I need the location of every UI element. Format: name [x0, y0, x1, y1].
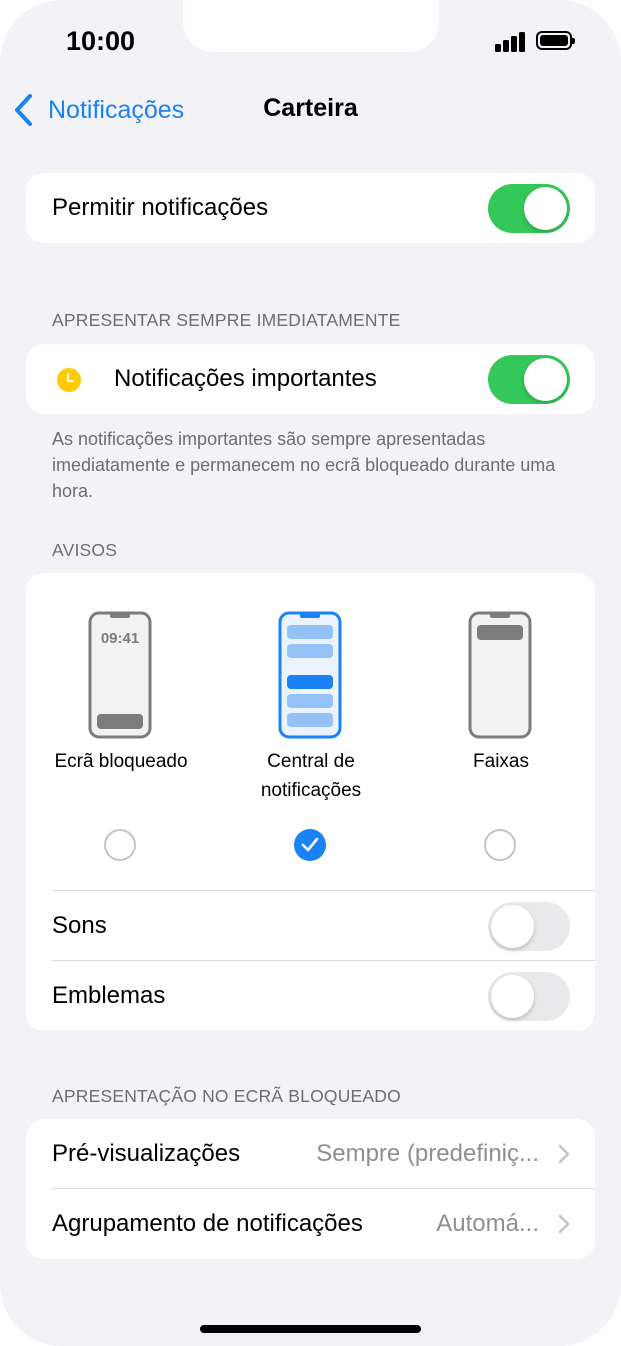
important-notifications-row: Notificações importantes: [26, 344, 595, 414]
important-notifications-card: Notificações importantes: [26, 344, 595, 414]
alert-option-notification-centre[interactable]: Central de notificações: [216, 573, 406, 873]
notification-centre-phone-icon: [278, 611, 342, 739]
allow-notifications-toggle[interactable]: [488, 184, 570, 233]
checkmark-icon: [301, 837, 319, 852]
grouping-value: Automá...: [436, 1210, 539, 1237]
chevron-right-icon: [558, 1214, 570, 1234]
home-indicator[interactable]: [200, 1325, 421, 1333]
status-time: 10:00: [66, 26, 136, 56]
alert-option-banners[interactable]: Faixas: [406, 573, 595, 873]
previews-value: Sempre (predefiniç...: [316, 1140, 539, 1167]
allow-notifications-row: Permitir notificações: [26, 173, 595, 243]
banners-phone-icon: [468, 611, 532, 739]
battery-icon: [536, 31, 575, 50]
badges-toggle[interactable]: [488, 972, 570, 1021]
clock-badge-icon: [57, 368, 81, 392]
badges-row: Emblemas: [26, 961, 595, 1031]
page-title: Carteira: [263, 94, 358, 122]
toggle-knob: [524, 187, 567, 230]
alerts-card: 09:41 Ecrã bloqueado Central de notifica…: [26, 573, 595, 1031]
toggle-knob: [524, 358, 567, 401]
allow-notifications-label: Permitir notificações: [52, 194, 269, 221]
important-notifications-toggle[interactable]: [488, 355, 570, 404]
badges-label: Emblemas: [52, 982, 166, 1009]
important-notifications-footnote: As notificações importantes são sempre a…: [52, 429, 556, 501]
cellular-signal-icon: [495, 32, 527, 52]
chevron-right-icon: [558, 1144, 570, 1164]
alert-option-caption: Ecrã bloqueado: [54, 751, 188, 772]
lock-screen-section-header: APRESENTAÇÃO NO ECRÃ BLOQUEADO: [52, 1086, 401, 1106]
sounds-row: Sons: [26, 891, 595, 961]
previews-row[interactable]: Pré-visualizações Sempre (predefiniç...: [26, 1119, 595, 1189]
previews-label: Pré-visualizações: [52, 1140, 241, 1167]
device-notch: [183, 0, 439, 52]
grouping-row[interactable]: Agrupamento de notificações Automá...: [26, 1189, 595, 1259]
radio-lock-screen[interactable]: [104, 829, 136, 861]
important-notifications-label: Notificações importantes: [114, 365, 377, 392]
lock-screen-clock: 09:41: [100, 630, 140, 647]
toggle-knob: [491, 905, 534, 948]
alert-option-caption: Central de notificações: [260, 751, 362, 801]
sounds-label: Sons: [52, 912, 107, 939]
allow-notifications-card: Permitir notificações: [26, 173, 595, 243]
alert-option-caption: Faixas: [473, 751, 529, 772]
lock-screen-card: Pré-visualizações Sempre (predefiniç... …: [26, 1119, 595, 1259]
sounds-toggle[interactable]: [488, 902, 570, 951]
radio-banners[interactable]: [484, 829, 516, 861]
alerts-section-header: AVISOS: [52, 540, 118, 560]
alert-option-lock-screen[interactable]: 09:41 Ecrã bloqueado: [26, 573, 216, 873]
phone-screen: 10:00 Notificações Carteira Permitir not…: [0, 0, 621, 1346]
radio-notification-centre[interactable]: [294, 829, 326, 861]
toggle-knob: [491, 975, 534, 1018]
grouping-label: Agrupamento de notificações: [52, 1210, 363, 1237]
immediate-section-header: APRESENTAR SEMPRE IMEDIATAMENTE: [52, 310, 401, 330]
